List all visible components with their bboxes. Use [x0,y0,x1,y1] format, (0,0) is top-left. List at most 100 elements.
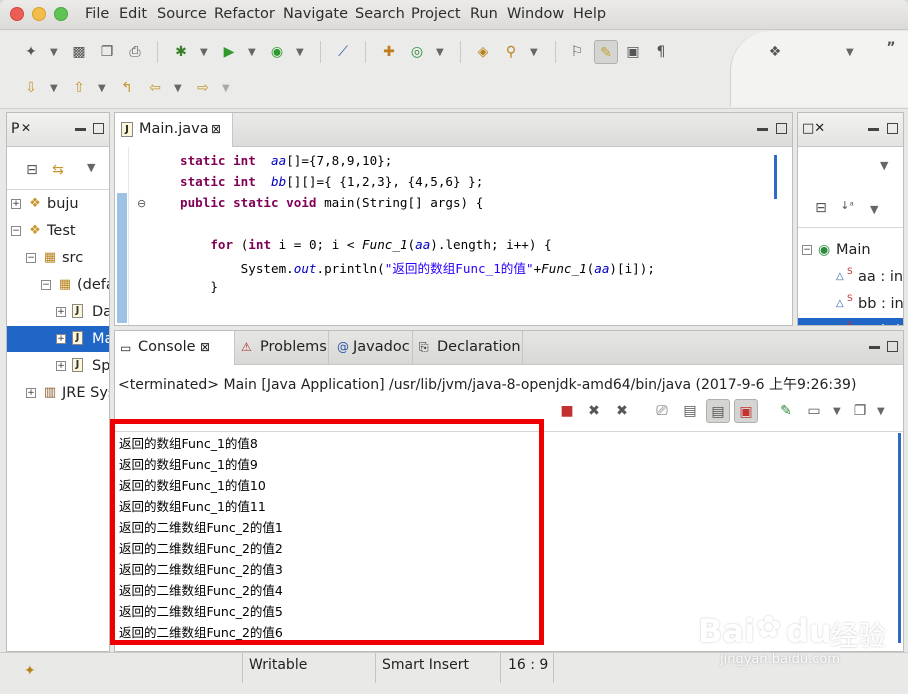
tree-item[interactable]: − ▦ src [7,245,109,271]
new-java-project-icon[interactable]: ✚ [380,43,398,61]
remove-all-launches-icon[interactable]: ✖ [613,402,631,420]
tree-expander-icon[interactable]: + [56,334,66,344]
run-external-icon[interactable]: ◉ [268,43,286,61]
new-icon[interactable]: ✦ [22,43,40,61]
next-annotation-dropdown-icon[interactable]: ▼ [50,83,58,94]
previous-annotation-icon[interactable]: ⇧ [70,79,88,97]
next-annotation-icon[interactable]: ⇩ [22,79,40,97]
display-console-icon[interactable]: ▭ [805,402,823,420]
previous-annotation-dropdown-icon[interactable]: ▼ [98,83,106,94]
open-console-dropdown-icon[interactable]: ▼ [877,406,885,417]
last-edit-icon[interactable]: ↰ [118,79,136,97]
tree-item[interactable]: + J Sp [7,353,109,379]
menu-search[interactable]: Search [355,6,405,22]
tree-item[interactable]: + ❖ buju [7,191,109,217]
tree-expander-icon[interactable]: − [11,226,21,236]
tree-expander-icon[interactable]: + [26,388,36,398]
link-with-editor-icon[interactable]: ⇆ [49,161,67,179]
search-icon[interactable]: ⚲ [502,43,520,61]
block-selection-icon[interactable]: ▣ [624,43,642,61]
perspective-dropdown-icon[interactable]: ▼ [846,47,854,58]
highlight-toggle-icon[interactable]: ✎ [594,40,618,64]
debug-dropdown-icon[interactable]: ▼ [200,47,208,58]
editor-minimize-icon[interactable] [757,128,768,131]
outline-minimize-icon[interactable] [868,128,879,131]
close-editor-icon[interactable]: ⊠ [211,122,221,136]
outline-item[interactable]: △Smain( [798,318,903,325]
tree-item[interactable]: + ▥ JRE Sys [7,380,109,406]
tab-console[interactable]: ▭ Console ⊠ [115,331,235,365]
tab-problems[interactable]: ⚠ Problems [237,331,329,365]
back-dropdown-icon[interactable]: ▼ [174,83,182,94]
open-console-icon[interactable]: ❐ [851,402,869,420]
menu-source[interactable]: Source [157,6,207,22]
menu-run[interactable]: Run [470,6,498,22]
editor-tab-main[interactable]: J Main.java ⊠ [115,113,233,147]
pin-console-icon[interactable]: ✎ [777,402,795,420]
word-wrap-icon[interactable]: ▤ [706,399,730,423]
outline-view-menu-icon[interactable]: ▼ [880,159,888,172]
view-menu-icon[interactable]: ▼ [87,161,95,174]
close-tab-icon[interactable]: ✕ [21,121,31,135]
window-close-button[interactable] [10,7,24,21]
menu-navigate[interactable]: Navigate [283,6,348,22]
open-perspective-icon[interactable]: ❖ [766,43,784,61]
print-icon[interactable]: ⎙ [126,43,144,61]
debug-icon[interactable]: ✱ [172,43,190,61]
menu-window[interactable]: Window [507,6,564,22]
collapse-all-icon[interactable]: ⊟ [23,161,41,179]
minimize-icon[interactable] [75,128,86,131]
window-minimize-button[interactable] [32,7,46,21]
tab-declaration[interactable]: ⎘ Declaration [415,331,523,365]
close-console-icon[interactable]: ⊠ [200,340,210,354]
display-console-dropdown-icon[interactable]: ▼ [833,406,841,417]
console-scroll-thumb[interactable] [898,433,901,643]
window-maximize-button[interactable] [54,7,68,21]
forward-icon[interactable]: ⇨ [194,79,212,97]
outline-expander-icon[interactable]: − [802,245,812,255]
menu-file[interactable]: File [85,6,109,22]
save-icon[interactable]: ▩ [70,43,88,61]
new-class-dropdown-icon[interactable]: ▼ [436,47,444,58]
search-dropdown-icon[interactable]: ▼ [530,47,538,58]
save-all-icon[interactable]: ❐ [98,43,116,61]
tab-javadoc[interactable]: @ Javadoc [331,331,413,365]
skip-breakpoints-icon[interactable]: ⟋ [334,43,352,61]
clear-console-icon[interactable]: ⎚ [653,402,671,420]
tree-expander-icon[interactable]: + [56,361,66,371]
more-perspectives-icon[interactable]: ” [882,39,900,57]
outline-maximize-icon[interactable] [887,123,898,134]
mark-occurrences-icon[interactable]: ⚐ [568,43,586,61]
remove-launch-icon[interactable]: ✖ [585,402,603,420]
sort-icon[interactable]: ↓ᵃ [838,197,856,215]
tree-item[interactable]: −▦ (defa [7,272,109,298]
menu-project[interactable]: Project [411,6,461,22]
show-whitespace-icon[interactable]: ¶ [652,43,670,61]
new-item-status-icon[interactable]: ✦ [24,663,36,679]
menu-help[interactable]: Help [573,6,606,22]
tree-expander-icon[interactable]: − [41,280,51,290]
run-external-dropdown-icon[interactable]: ▼ [296,47,304,58]
console-minimize-icon[interactable] [869,346,880,349]
tree-item[interactable]: + J Ma [7,326,109,352]
outline-tab-icon[interactable]: □✕ [802,121,825,136]
run-dropdown-icon[interactable]: ▼ [248,47,256,58]
tree-expander-icon[interactable]: + [11,199,21,209]
menu-edit[interactable]: Edit [119,6,147,22]
open-type-icon[interactable]: ◈ [474,43,492,61]
back-icon[interactable]: ⇦ [146,79,164,97]
editor-scroll-thumb[interactable] [774,155,777,199]
tree-expander-icon[interactable]: + [56,307,66,317]
tree-expander-icon[interactable]: − [26,253,36,263]
outline-collapse-icon[interactable]: ⊟ [812,199,830,217]
package-explorer-tab[interactable]: P [11,121,19,137]
forward-dropdown-icon[interactable]: ▼ [222,83,230,94]
scroll-lock-icon[interactable]: ▤ [681,402,699,420]
run-icon[interactable]: ▶ [220,43,238,61]
maximize-icon[interactable] [93,123,104,134]
console-maximize-icon[interactable] [887,341,898,352]
show-on-output-icon[interactable]: ▣ [734,399,758,423]
menu-refactor[interactable]: Refactor [214,6,275,22]
tree-item[interactable]: − ❖ Test [7,218,109,244]
outline-filter-dropdown-icon[interactable]: ▼ [870,203,878,216]
